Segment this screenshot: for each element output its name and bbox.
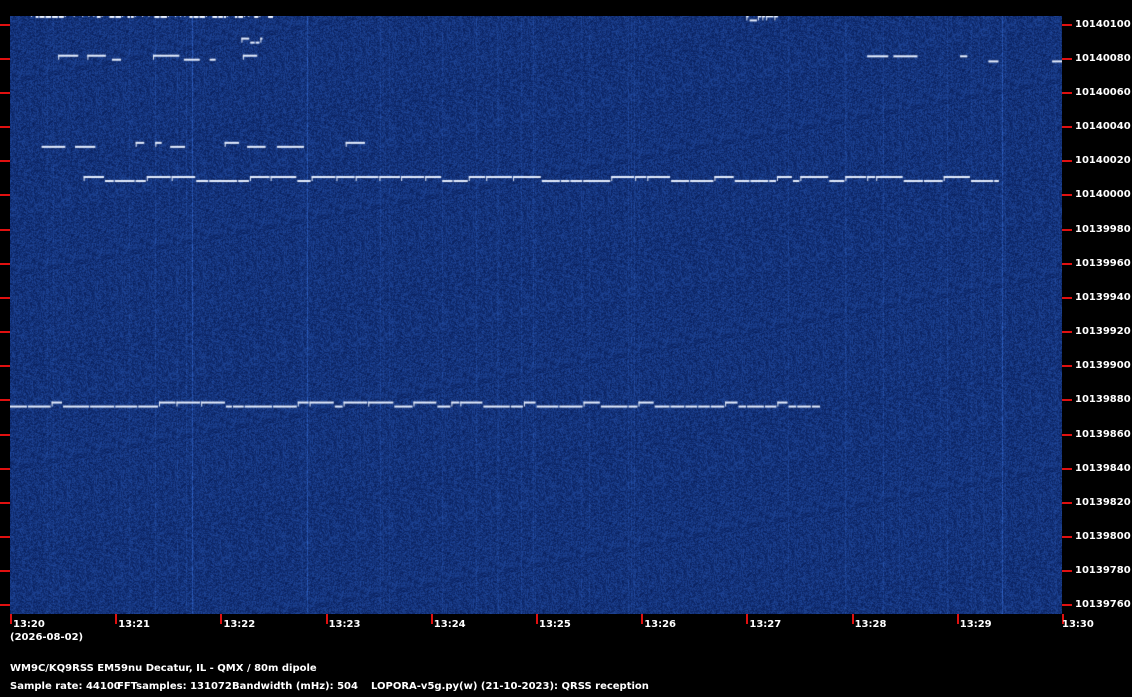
frequency-tick-label: 10140060 bbox=[1075, 86, 1131, 98]
time-tick-label: 13:22 bbox=[223, 619, 256, 630]
time-tick-label: 13:20 bbox=[13, 619, 45, 630]
frequency-tick-mark-left bbox=[0, 296, 10, 299]
frequency-tick-mark bbox=[1062, 296, 1072, 299]
frequency-tick-mark-left bbox=[0, 57, 10, 60]
frequency-tick-mark bbox=[1062, 501, 1072, 504]
fft-samples-label: FFTsamples: 131072 bbox=[117, 681, 232, 692]
frequency-tick-label: 10139860 bbox=[1075, 428, 1131, 440]
frequency-tick-mark-left bbox=[0, 194, 10, 197]
frequency-tick-mark bbox=[1062, 604, 1072, 607]
frequency-tick-mark-left bbox=[0, 433, 10, 436]
frequency-tick-mark-left bbox=[0, 365, 10, 368]
frequency-tick-mark bbox=[1062, 467, 1072, 470]
time-tick-mark bbox=[430, 614, 433, 624]
frequency-tick-label: 10139760 bbox=[1075, 599, 1131, 611]
time-tick-label: 13:27 bbox=[749, 619, 782, 630]
frequency-tick-label: 10139880 bbox=[1075, 394, 1131, 406]
time-tick-label: 13:25 bbox=[539, 619, 571, 630]
frequency-tick-label: 10139960 bbox=[1075, 257, 1131, 269]
sample-rate-label: Sample rate: 44100 bbox=[10, 681, 121, 692]
frequency-tick-label: 10139920 bbox=[1075, 326, 1131, 338]
time-tick-label: 13:28 bbox=[854, 619, 887, 630]
frequency-tick-label: 10140000 bbox=[1075, 189, 1131, 201]
time-tick-mark bbox=[746, 614, 749, 624]
bandwidth-label: Bandwidth (mHz): 504 bbox=[232, 681, 358, 692]
frequency-tick-mark bbox=[1062, 23, 1072, 26]
waterfall-spectrogram bbox=[10, 16, 1062, 614]
frequency-tick-label: 10139980 bbox=[1075, 223, 1131, 235]
frequency-tick-mark bbox=[1062, 365, 1072, 368]
time-tick-mark bbox=[220, 614, 223, 624]
time-tick-label: 13:29 bbox=[959, 619, 992, 630]
frequency-tick-label: 10139900 bbox=[1075, 360, 1131, 372]
frequency-tick-mark-left bbox=[0, 91, 10, 94]
frequency-tick-label: 10139780 bbox=[1075, 565, 1131, 577]
frequency-tick-mark bbox=[1062, 228, 1072, 231]
time-tick-label: 13:26 bbox=[644, 619, 677, 630]
frequency-tick-mark bbox=[1062, 536, 1072, 539]
time-tick-mark bbox=[956, 614, 959, 624]
frequency-tick-mark-left bbox=[0, 501, 10, 504]
frequency-tick-label: 10139840 bbox=[1075, 462, 1131, 474]
frequency-tick-mark bbox=[1062, 160, 1072, 163]
frequency-tick-mark-left bbox=[0, 467, 10, 470]
frequency-tick-label: 10140020 bbox=[1075, 155, 1131, 167]
frequency-tick-label: 10140100 bbox=[1075, 18, 1131, 30]
time-tick-mark bbox=[536, 614, 538, 624]
frequency-tick-mark bbox=[1062, 570, 1072, 573]
grabber-image: 10140100 10140080 10140060 10140040 10140020… bbox=[0, 0, 1132, 697]
frequency-tick-mark bbox=[1062, 91, 1072, 94]
frequency-tick-mark bbox=[1062, 262, 1072, 265]
time-tick-mark bbox=[325, 614, 328, 624]
software-label: LOPORA-v5g.py(w) (21-10-2023): QRSS rece… bbox=[371, 681, 649, 692]
frequency-tick-mark-left bbox=[0, 160, 10, 163]
frequency-tick-mark-left bbox=[0, 23, 10, 26]
time-tick-mark bbox=[641, 614, 644, 624]
frequency-tick-mark-left bbox=[0, 126, 10, 129]
frequency-tick-mark bbox=[1062, 399, 1072, 402]
frequency-tick-mark-left bbox=[0, 604, 10, 607]
frequency-tick-mark bbox=[1062, 126, 1072, 129]
time-tick-mark bbox=[851, 614, 854, 624]
time-tick-mark bbox=[10, 614, 12, 624]
frequency-tick-mark-left bbox=[0, 570, 10, 573]
frequency-tick-label: 10140080 bbox=[1075, 52, 1131, 64]
frequency-tick-label: 10139800 bbox=[1075, 531, 1131, 543]
frequency-tick-mark-left bbox=[0, 536, 10, 539]
time-tick-label: 13:24 bbox=[433, 619, 466, 630]
time-tick-mark bbox=[115, 614, 118, 624]
frequency-tick-mark-left bbox=[0, 399, 10, 402]
frequency-tick-label: 10139940 bbox=[1075, 291, 1131, 303]
station-info: WM9C/KQ9RSS EM59nu Decatur, IL - QMX / 8… bbox=[10, 663, 317, 674]
frequency-tick-mark bbox=[1062, 331, 1072, 334]
frequency-tick-mark-left bbox=[0, 331, 10, 334]
frequency-tick-mark bbox=[1062, 194, 1072, 197]
frequency-tick-mark-left bbox=[0, 228, 10, 231]
frequency-tick-label: 10140040 bbox=[1075, 121, 1131, 133]
frequency-tick-mark bbox=[1062, 57, 1072, 60]
time-tick-label: 13:21 bbox=[118, 619, 151, 630]
time-tick-label: 13:30 bbox=[1062, 619, 1094, 630]
frequency-tick-mark bbox=[1062, 433, 1072, 436]
frequency-tick-mark-left bbox=[0, 262, 10, 265]
date-label: (2026-08-02) bbox=[10, 632, 84, 643]
time-tick-label: 13:23 bbox=[328, 619, 361, 630]
frequency-tick-label: 10139820 bbox=[1075, 496, 1131, 508]
